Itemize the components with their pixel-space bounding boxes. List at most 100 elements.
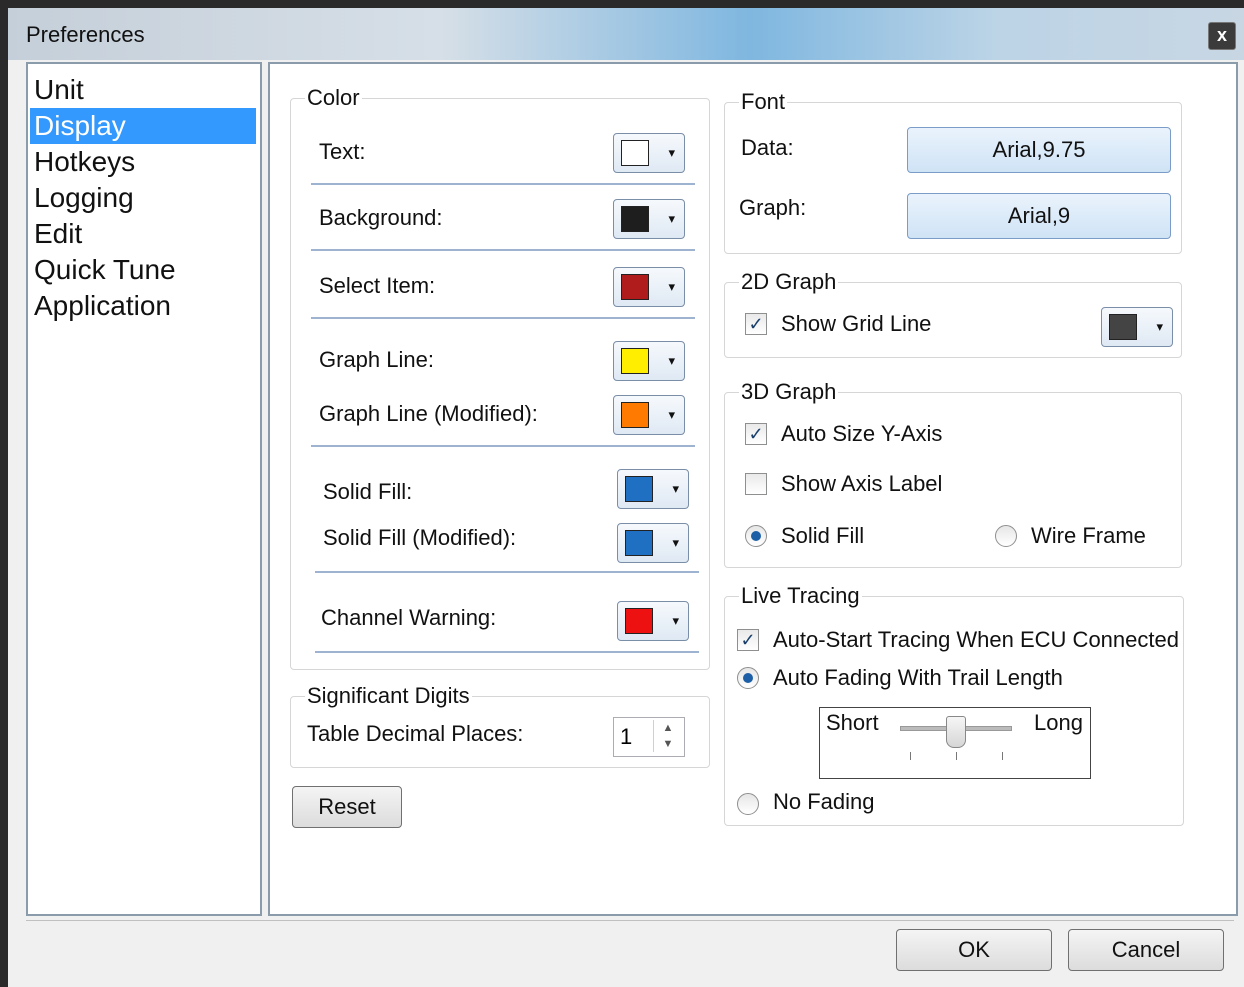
significant-digits-group: Significant Digits Table Decimal Places:… [290, 683, 710, 768]
color-group-title: Color [305, 85, 362, 111]
graph-3d-group: 3D Graph ✓ Auto Size Y-Axis Show Axis La… [724, 379, 1182, 568]
show-axis-label-label: Show Axis Label [781, 471, 943, 496]
radio-selected-dot [743, 673, 753, 683]
separator [311, 183, 695, 185]
dropdown-arrow-icon: ▾ [668, 145, 675, 160]
table-decimal-places-label: Table Decimal Places: [307, 721, 524, 746]
live-tracing-title: Live Tracing [739, 583, 862, 609]
auto-fading-radio[interactable] [737, 667, 759, 689]
dropdown-arrow-icon: ▾ [672, 613, 679, 628]
background-color-label: Background: [319, 205, 443, 230]
wire-frame-radio[interactable] [995, 525, 1017, 547]
nav-item-unit[interactable]: Unit [30, 72, 256, 108]
font-group: Font Data: Arial,9.75 Graph: Arial,9 [724, 89, 1182, 254]
separator [311, 249, 695, 251]
auto-size-y-axis-checkbox[interactable]: ✓ [745, 423, 767, 445]
separator [315, 571, 699, 573]
data-font-button[interactable]: Arial,9.75 [907, 127, 1171, 173]
stepper-value: 1 [620, 724, 633, 749]
select-item-color-picker[interactable]: ▾ [613, 267, 685, 307]
color-swatch [625, 530, 653, 556]
nav-item-hotkeys[interactable]: Hotkeys [30, 144, 256, 180]
solid-fill-radio[interactable] [745, 525, 767, 547]
cancel-button[interactable]: Cancel [1068, 929, 1224, 971]
show-axis-label-checkbox[interactable] [745, 473, 767, 495]
nav-item-application[interactable]: Application [30, 288, 256, 324]
auto-fading-label: Auto Fading With Trail Length [773, 665, 1063, 690]
show-grid-line-checkbox[interactable]: ✓ [745, 313, 767, 335]
color-swatch [621, 206, 649, 232]
trail-length-slider[interactable] [946, 716, 966, 748]
text-color-picker[interactable]: ▾ [613, 133, 685, 173]
solid-fill-label: Solid Fill [781, 523, 865, 548]
table-decimal-places-stepper[interactable]: 1 ▲ ▼ [613, 717, 685, 757]
title-bar: Preferences x [8, 8, 1244, 60]
color-swatch [621, 402, 649, 428]
reset-button[interactable]: Reset [292, 786, 402, 828]
dropdown-arrow-icon: ▾ [1156, 319, 1163, 334]
wire-frame-label: Wire Frame [1031, 523, 1146, 548]
grid-line-color-picker[interactable]: ▾ [1101, 307, 1173, 347]
solid-fill-modified-color-label: Solid Fill (Modified): [323, 525, 517, 550]
auto-start-tracing-label: Auto-Start Tracing When ECU Connected [773, 627, 1179, 652]
window-title: Preferences [26, 22, 145, 47]
text-color-label: Text: [319, 139, 366, 164]
nav-item-display[interactable]: Display [30, 108, 256, 144]
graph-3d-title: 3D Graph [739, 379, 839, 405]
ok-button[interactable]: OK [896, 929, 1052, 971]
stepper-arrows-icon[interactable]: ▲ ▼ [653, 720, 682, 752]
background-color-picker[interactable]: ▾ [613, 199, 685, 239]
separator [311, 445, 695, 447]
dropdown-arrow-icon: ▾ [672, 481, 679, 496]
preferences-window: Preferences x Unit Display Hotkeys Loggi… [8, 8, 1244, 987]
separator [311, 317, 695, 319]
auto-size-y-axis-label: Auto Size Y-Axis [781, 421, 943, 446]
nav-item-quick-tune[interactable]: Quick Tune [30, 252, 256, 288]
dialog-button-bar: OK Cancel [26, 920, 1234, 985]
channel-warning-color-label: Channel Warning: [321, 605, 497, 630]
color-swatch [621, 140, 649, 166]
dropdown-arrow-icon: ▾ [668, 211, 675, 226]
category-list: Unit Display Hotkeys Logging Edit Quick … [26, 62, 262, 916]
close-button[interactable]: x [1208, 22, 1236, 50]
graph-2d-title: 2D Graph [739, 269, 839, 295]
trail-length-box: Short Long [819, 707, 1091, 779]
color-swatch [621, 274, 649, 300]
nav-item-logging[interactable]: Logging [30, 180, 256, 216]
no-fading-radio[interactable] [737, 793, 759, 815]
tick-mark [910, 752, 911, 760]
tick-mark [1002, 752, 1003, 760]
separator [315, 651, 699, 653]
show-grid-line-label: Show Grid Line [781, 311, 932, 336]
graph-2d-group: 2D Graph ✓ Show Grid Line ▾ [724, 269, 1182, 358]
nav-item-edit[interactable]: Edit [30, 216, 256, 252]
trail-long-label: Long [1034, 710, 1083, 735]
graph-line-color-picker[interactable]: ▾ [613, 341, 685, 381]
live-tracing-group: Live Tracing ✓ Auto-Start Tracing When E… [724, 583, 1184, 826]
graph-line-modified-color-label: Graph Line (Modified): [319, 401, 538, 426]
solid-fill-color-label: Solid Fill: [323, 479, 413, 504]
trail-short-label: Short [826, 710, 879, 735]
color-swatch [625, 476, 653, 502]
settings-panel: Color Text: ▾ Background: ▾ Select Item:… [268, 62, 1238, 916]
color-swatch [621, 348, 649, 374]
channel-warning-color-picker[interactable]: ▾ [617, 601, 689, 641]
solid-fill-modified-color-picker[interactable]: ▾ [617, 523, 689, 563]
select-item-color-label: Select Item: [319, 273, 436, 298]
significant-digits-title: Significant Digits [305, 683, 472, 709]
dropdown-arrow-icon: ▾ [668, 407, 675, 422]
auto-start-tracing-checkbox[interactable]: ✓ [737, 629, 759, 651]
graph-line-color-label: Graph Line: [319, 347, 434, 372]
font-group-title: Font [739, 89, 788, 115]
dropdown-arrow-icon: ▾ [672, 535, 679, 550]
dropdown-arrow-icon: ▾ [668, 279, 675, 294]
solid-fill-color-picker[interactable]: ▾ [617, 469, 689, 509]
color-group: Color Text: ▾ Background: ▾ Select Item:… [290, 85, 710, 670]
graph-font-label: Graph: [739, 195, 807, 220]
data-font-label: Data: [741, 135, 794, 160]
radio-selected-dot [751, 531, 761, 541]
tick-mark [956, 752, 957, 760]
graph-line-modified-color-picker[interactable]: ▾ [613, 395, 685, 435]
graph-font-button[interactable]: Arial,9 [907, 193, 1171, 239]
no-fading-label: No Fading [773, 789, 875, 814]
